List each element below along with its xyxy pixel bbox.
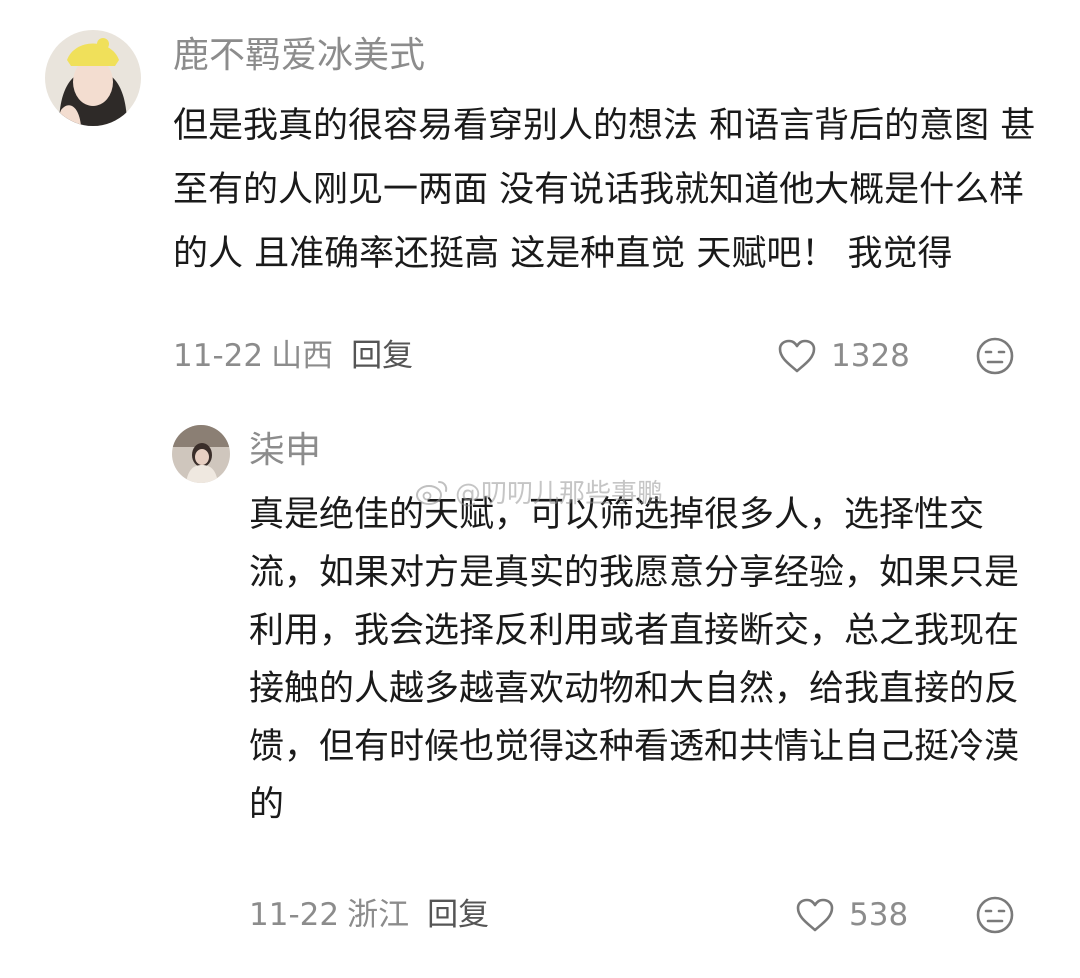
neutral-face-icon — [976, 896, 1014, 934]
comment-date: 11-22 — [249, 897, 340, 933]
like-button[interactable]: 538 — [795, 893, 908, 937]
username[interactable]: 柒申 — [249, 425, 321, 477]
like-count: 538 — [849, 897, 909, 933]
comment-location: 浙江 — [347, 897, 410, 933]
watermark-text: @叨叨儿那些事鹏 — [455, 479, 664, 509]
reaction-button[interactable] — [975, 895, 1015, 935]
reply-button[interactable]: 回复 — [427, 893, 489, 937]
avatar-image — [172, 425, 230, 483]
heart-outline-icon — [796, 898, 834, 932]
avatar[interactable] — [172, 425, 230, 483]
watermark: @叨叨儿那些事鹏 — [415, 473, 663, 510]
comment-meta: 11-22 浙江 回复 — [249, 893, 489, 937]
weibo-logo-icon — [416, 480, 448, 505]
comment-text: 真是绝佳的天赋，可以筛选掉很多人，选择性交流，如果对方是真实的我愿意分享经验，如… — [249, 495, 1020, 825]
